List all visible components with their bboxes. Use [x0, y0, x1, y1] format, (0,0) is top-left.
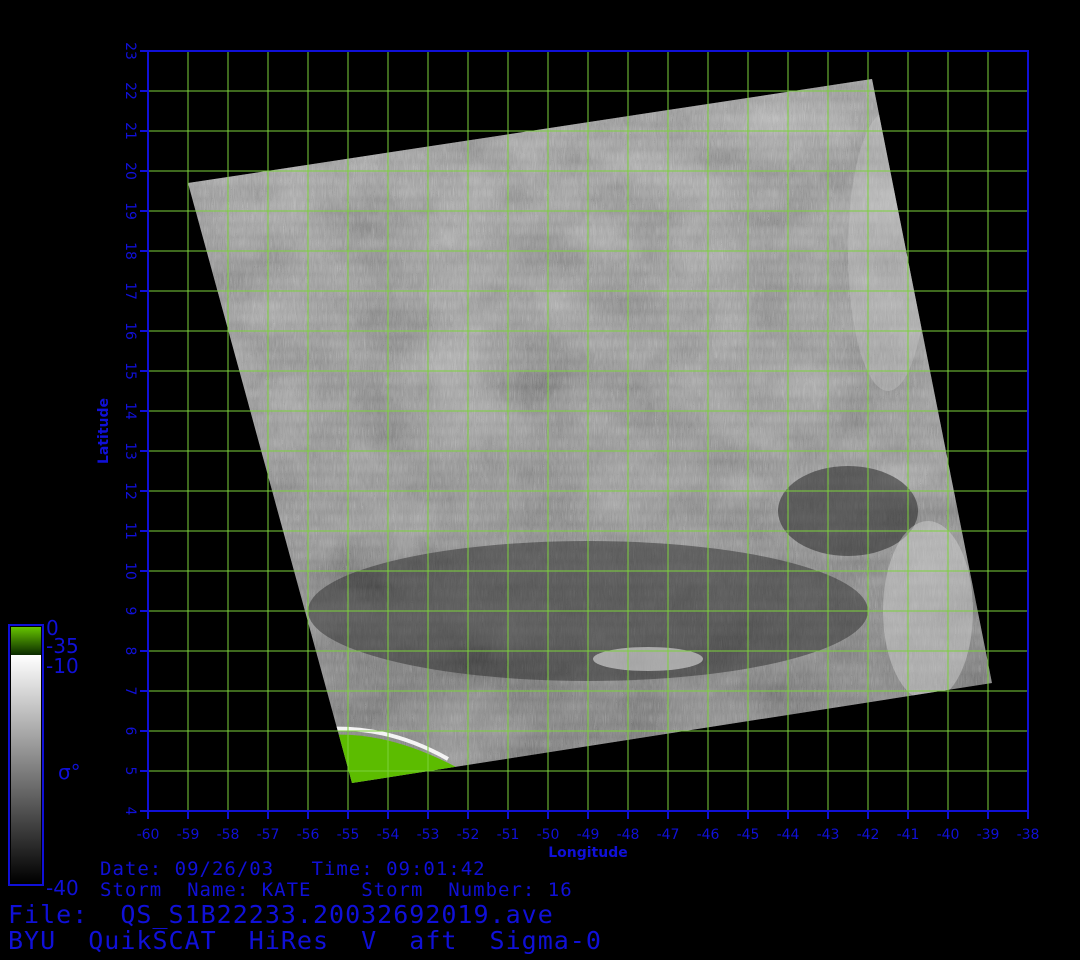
x-tick-label: -55 [337, 827, 360, 843]
x-tick-label: -51 [497, 827, 520, 843]
y-tick-label: 18 [122, 242, 138, 260]
x-tick-label: -50 [537, 827, 560, 843]
colorbar [8, 624, 44, 886]
colorbar-tick-minus40: -40 [46, 876, 79, 900]
x-tick-label: -54 [377, 827, 400, 843]
x-tick-label: -47 [657, 827, 680, 843]
y-tick-label: 9 [122, 607, 138, 616]
x-tick-label: -39 [977, 827, 1000, 843]
dark-core [778, 466, 918, 556]
storm-line: Storm Name: KATE Storm Number: 16 [100, 879, 573, 901]
x-tick-label: -58 [217, 827, 240, 843]
colorbar-label: σ° [58, 760, 81, 784]
date-time-line: Date: 09/26/03 Time: 09:01:42 [100, 858, 486, 880]
y-tick-label: 13 [122, 442, 138, 460]
x-tick-label: -52 [457, 827, 480, 843]
y-tick-label: 19 [122, 202, 138, 220]
x-tick-label: -53 [417, 827, 440, 843]
x-tick-label: -57 [257, 827, 280, 843]
x-tick-label: -40 [937, 827, 960, 843]
y-tick-label: 22 [122, 82, 138, 100]
y-tick-label: 11 [122, 522, 138, 540]
y-tick-label: 8 [122, 647, 138, 656]
y-tick-label: 14 [122, 402, 138, 420]
y-tick-label: 6 [122, 727, 138, 736]
x-tick-label: -59 [177, 827, 200, 843]
colorbar-green-ramp [11, 627, 41, 655]
x-tick-label: -41 [897, 827, 920, 843]
y-tick-label: 21 [122, 122, 138, 140]
y-tick-label: 10 [122, 562, 138, 580]
x-axis-label: Longitude [548, 845, 628, 861]
y-tick-label: 12 [122, 482, 138, 500]
x-tick-label: -44 [777, 827, 800, 843]
x-tick-label: -60 [137, 827, 160, 843]
sigma0-map: -60 -59 -58 -57 -56 -55 -54 -53 -52 -51 -50 -49 -48 -… [8, 42, 1040, 886]
y-tick-label: 7 [122, 687, 138, 696]
x-tick-label: -48 [617, 827, 640, 843]
y-tick-label: 17 [122, 282, 138, 300]
y-tick-label: 4 [122, 807, 138, 816]
y-tick-label: 16 [122, 322, 138, 340]
x-tick-label: -43 [817, 827, 840, 843]
colorbar-tick-minus10: -10 [46, 654, 79, 678]
x-tick-label: -38 [1017, 827, 1040, 843]
y-tick-label: 20 [122, 162, 138, 180]
x-tick-label: -45 [737, 827, 760, 843]
x-tick-label: -42 [857, 827, 880, 843]
colorbar-gray-ramp [11, 655, 41, 883]
y-axis-label: Latitude [96, 398, 112, 464]
file-line: File: QS_S1B22233.20032692019.ave [8, 900, 554, 929]
product-title: BYU QuikSCAT HiRes V aft Sigma-0 [8, 926, 602, 955]
y-tick-label: 15 [122, 362, 138, 380]
x-tick-label: -46 [697, 827, 720, 843]
y-tick-label: 5 [122, 767, 138, 776]
x-tick-label: -56 [297, 827, 320, 843]
y-tick-label: 23 [122, 42, 138, 60]
x-tick-label: -49 [577, 827, 600, 843]
